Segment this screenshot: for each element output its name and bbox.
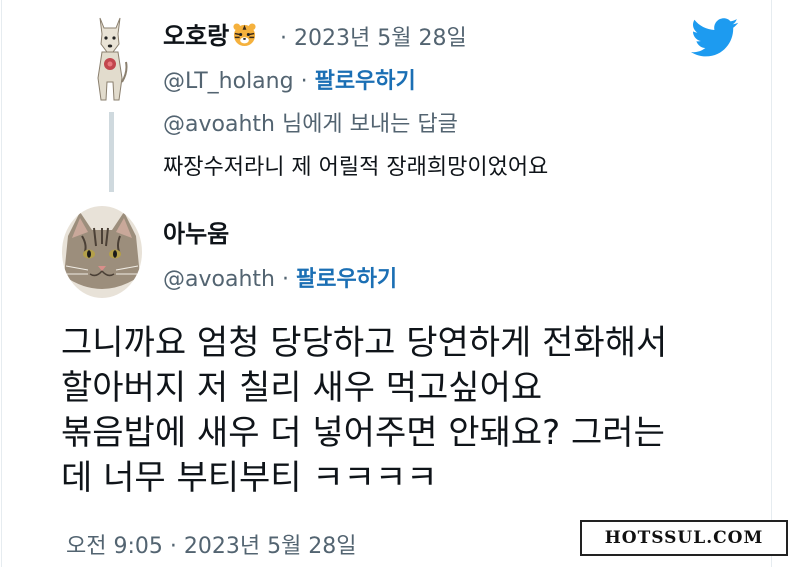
- site-watermark: HOTSSUL.COM: [580, 520, 788, 556]
- main-tweet-text: 그니까요 엄청 당당하고 당연하게 전화해서 할아버지 저 칠리 새우 먹고싶어…: [61, 321, 667, 501]
- watermark-text: HOTSSUL.COM: [604, 528, 764, 548]
- main-display-name[interactable]: 아누움: [163, 214, 229, 249]
- twitter-bird-icon[interactable]: [691, 18, 739, 58]
- card-border-left: [1, 0, 2, 567]
- reply-date[interactable]: 2023년 5월 28일: [294, 26, 467, 51]
- tweet-text-line: 할아버지 저 칠리 새우 먹고싶어요: [61, 368, 543, 408]
- thread-connector-line: [109, 112, 114, 192]
- card-border-right: [771, 0, 772, 567]
- tweet-text-line: 데 너무 부티부티 ㅋㅋㅋㅋ: [61, 458, 438, 498]
- follow-button[interactable]: 팔로우하기: [315, 69, 416, 94]
- reply-display-name[interactable]: 오호랑: [163, 22, 229, 50]
- tweet-text-line: 볶음밥에 새우 더 넣어주면 안돼요? 그러는: [61, 413, 665, 453]
- tweet-timestamp[interactable]: 오전 9:05 · 2023년 5월 28일: [66, 528, 357, 560]
- separator-dot: ·: [300, 69, 308, 94]
- reply-to-label: @avoahth 님에게 보내는 답글: [163, 112, 458, 137]
- tiger-face-icon: [233, 23, 256, 47]
- follow-button[interactable]: 팔로우하기: [296, 267, 397, 292]
- separator-dot: ·: [280, 26, 287, 51]
- separator-dot: ·: [281, 267, 289, 292]
- tweet-text-line: 그니까요 엄청 당당하고 당연하게 전화해서: [61, 323, 668, 363]
- reply-tweet-text: 짜장수저라니 제 어릴적 장래희망이었어요: [163, 155, 549, 180]
- dog-avatar-icon[interactable]: [88, 12, 132, 108]
- cat-avatar-icon[interactable]: [62, 206, 142, 298]
- reply-handle[interactable]: @LT_holang: [163, 69, 294, 94]
- main-handle[interactable]: @avoahth: [163, 267, 275, 292]
